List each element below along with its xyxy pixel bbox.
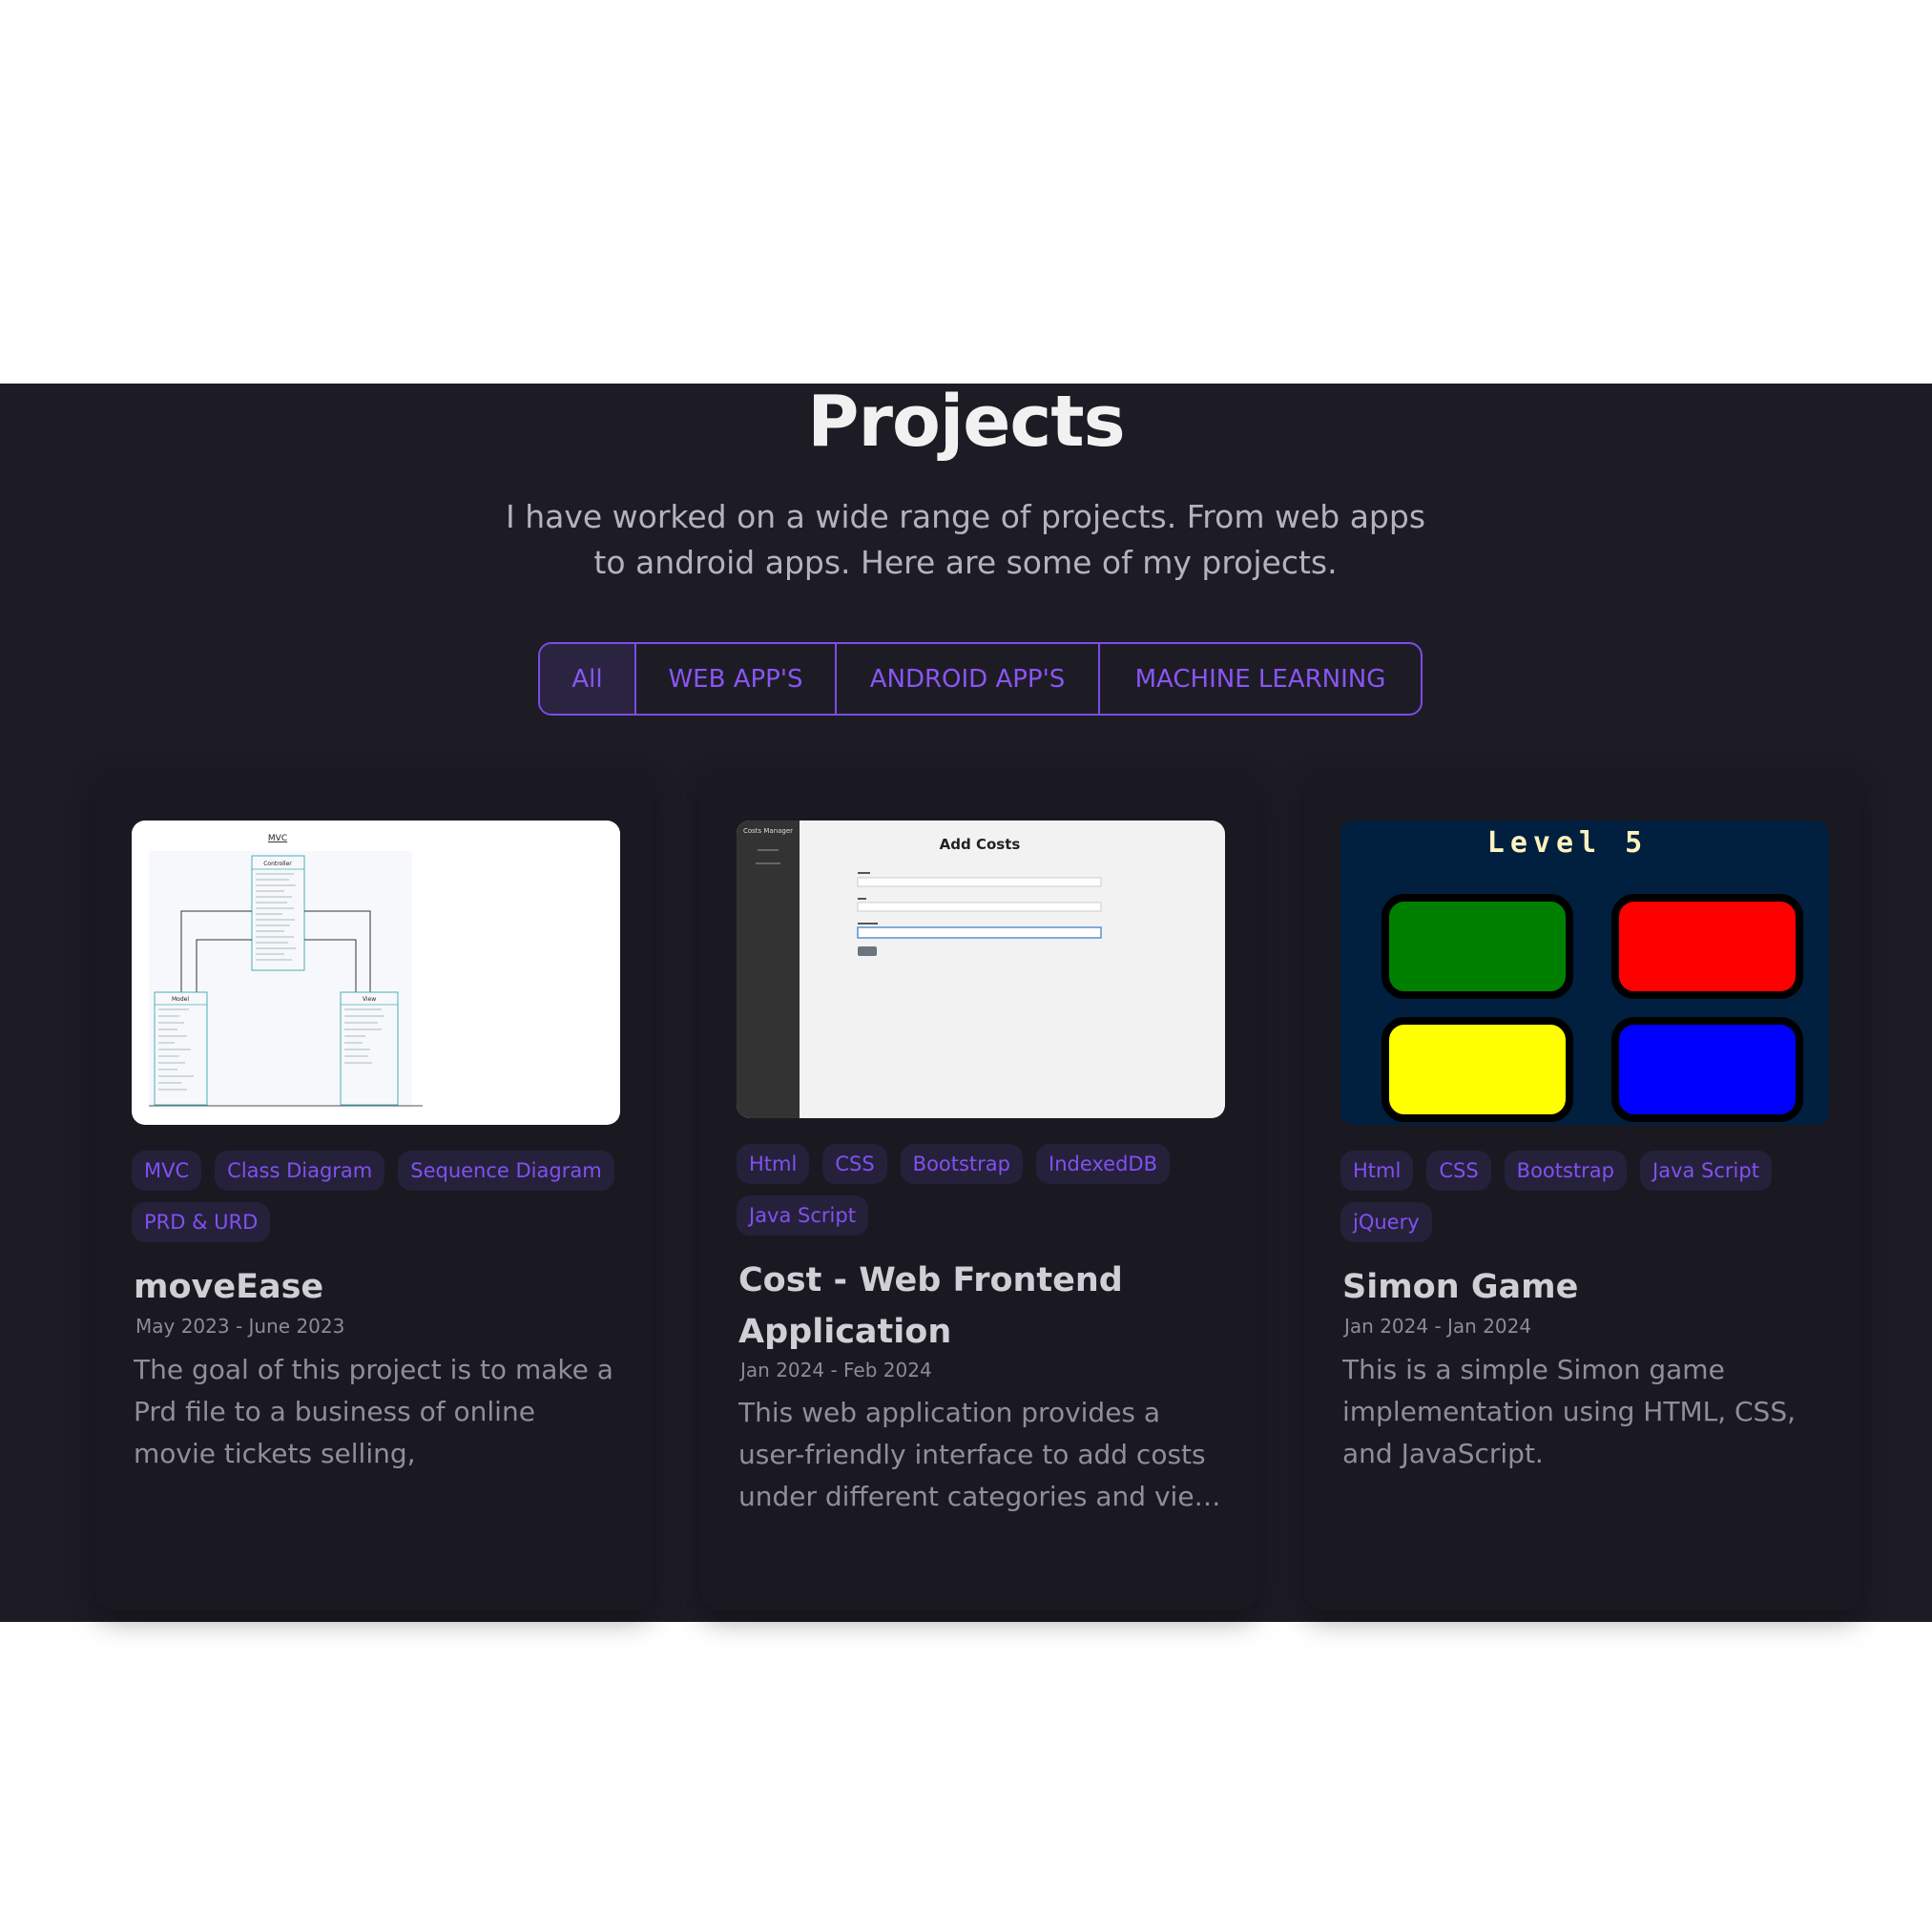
mvc-diagram-title: MVC [268, 834, 287, 843]
tag: PRD & URD [132, 1202, 271, 1242]
project-title: Simon Game [1342, 1268, 1579, 1306]
project-card-simon-game[interactable]: Level 5 Html CSS Bootstrap Java Script j… [1304, 771, 1861, 1610]
filter-all-button[interactable]: All [540, 644, 634, 714]
project-date: Jan 2024 - Feb 2024 [740, 1359, 932, 1381]
project-title: moveEase [134, 1268, 324, 1306]
tag: CSS [822, 1144, 887, 1184]
filter-android-apps-button[interactable]: ANDROID APP'S [835, 644, 1098, 714]
controller-box-label: Controller [263, 861, 292, 867]
project-thumbnail-mvc-diagram: MVC Controller Model View [132, 821, 620, 1125]
tag: Bootstrap [900, 1144, 1024, 1184]
tag: CSS [1426, 1151, 1491, 1191]
project-description: This web application provides a user-fri… [738, 1397, 1216, 1512]
tag: Html [1340, 1151, 1414, 1191]
tag: Bootstrap [1504, 1151, 1628, 1191]
add-costs-heading: Add Costs [940, 836, 1021, 853]
project-tags: Html CSS Bootstrap IndexedDB Java Script [737, 1144, 1225, 1236]
project-tags: Html CSS Bootstrap Java Script jQuery [1340, 1151, 1829, 1242]
project-tags: MVC Class Diagram Sequence Diagram PRD &… [132, 1151, 620, 1242]
tag: jQuery [1340, 1202, 1432, 1242]
tag: MVC [132, 1151, 202, 1191]
project-date: Jan 2024 - Jan 2024 [1344, 1315, 1532, 1338]
section-subtitle: I have worked on a wide range of project… [505, 498, 1426, 581]
level-text: Level 5 [1487, 826, 1648, 860]
red-pad [1611, 894, 1803, 999]
tag: Html [737, 1144, 810, 1184]
yellow-pad [1381, 1017, 1573, 1122]
section-title: Projects [807, 381, 1125, 463]
tag: IndexedDB [1036, 1144, 1171, 1184]
tag: Java Script [737, 1195, 868, 1236]
blue-pad [1611, 1017, 1803, 1122]
view-box-label: View [363, 996, 376, 1003]
project-card-moveease[interactable]: MVC Controller Model View MVC Class Diag… [95, 771, 653, 1610]
project-description: This is a simple Simon game implementati… [1342, 1354, 1797, 1469]
tag: Java Script [1640, 1151, 1772, 1191]
green-pad [1381, 894, 1573, 999]
tag: Class Diagram [215, 1151, 385, 1191]
tag: Sequence Diagram [398, 1151, 614, 1191]
filter-machine-learning-button[interactable]: MACHINE LEARNING [1098, 644, 1421, 714]
project-thumbnail-costs-manager: Costs Manager Add Costs [737, 821, 1225, 1118]
project-description: The goal of this project is to make a Pr… [134, 1354, 613, 1469]
project-date: May 2023 - June 2023 [135, 1315, 345, 1338]
filter-web-apps-button[interactable]: WEB APP'S [634, 644, 835, 714]
model-box-label: Model [172, 996, 189, 1003]
project-thumbnail-simon-game: Level 5 [1340, 821, 1829, 1125]
project-filter-group: All WEB APP'S ANDROID APP'S MACHINE LEAR… [538, 642, 1423, 716]
costs-manager-label: Costs Manager [743, 827, 793, 835]
project-title: Cost - Web Frontend Application [738, 1261, 1123, 1351]
project-card-cost-web-frontend[interactable]: Costs Manager Add Costs Html CSS Bootstr… [700, 771, 1257, 1610]
projects-section: Projects I have worked on a wide range o… [0, 384, 1932, 1622]
